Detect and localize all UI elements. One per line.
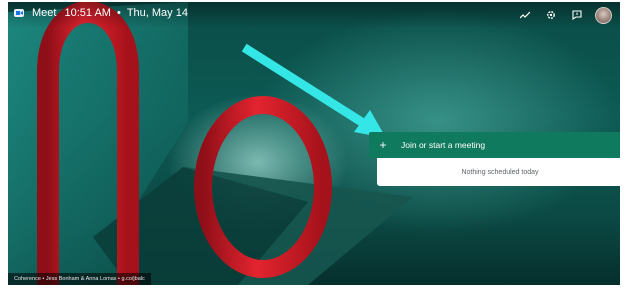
join-label: Join or start a meeting	[401, 140, 486, 150]
gear-icon[interactable]	[541, 6, 561, 24]
separator: •	[116, 7, 121, 19]
feedback-icon[interactable]	[567, 6, 587, 24]
meeting-panel: + Join or start a meeting Nothing schedu…	[369, 132, 620, 186]
date: Thu, May 14	[126, 7, 188, 19]
photo-credit: Coherence • Jess Bonham & Anna Lomax • g…	[8, 273, 151, 285]
app-name: Meet	[32, 7, 57, 19]
top-bar: Meet 10:51 AM • Thu, May 14	[8, 2, 620, 28]
top-icons	[509, 6, 612, 24]
schedule-text: Nothing scheduled today	[461, 168, 539, 176]
join-or-start-meeting-button[interactable]: + Join or start a meeting	[369, 132, 620, 158]
meet-icon	[14, 9, 24, 17]
avatar[interactable]	[595, 6, 612, 24]
annotation-arrow	[241, 43, 375, 133]
clock: 10:51 AM	[64, 7, 111, 19]
activity-icon[interactable]	[515, 6, 535, 24]
plus-icon: +	[379, 138, 387, 152]
schedule-card: Nothing scheduled today	[377, 158, 620, 186]
meet-home-screen: Meet 10:51 AM • Thu, May 14 + Join or st…	[8, 2, 620, 285]
brand: Meet 10:51 AM • Thu, May 14	[14, 7, 188, 19]
